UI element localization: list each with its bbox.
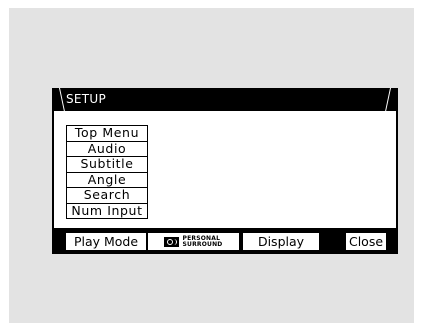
menu-item-top-menu[interactable]: Top Menu [66, 125, 148, 142]
menu-item-angle[interactable]: Angle [66, 171, 148, 188]
play-mode-button[interactable]: Play Mode [65, 232, 147, 251]
title-bar: SETUP [52, 88, 398, 112]
personal-surround-label: PERSONAL SURROUND [182, 235, 223, 248]
personal-surround-button[interactable]: PERSONAL SURROUND [148, 233, 239, 250]
display-button[interactable]: Display [243, 233, 319, 250]
setup-menu: Top Menu Audio Subtitle Angle Search Num… [66, 125, 148, 219]
menu-item-audio[interactable]: Audio [66, 140, 148, 157]
menu-item-subtitle[interactable]: Subtitle [66, 156, 148, 173]
close-button[interactable]: Close [346, 233, 386, 250]
setup-screen: SETUP Top Menu Audio Subtitle Angle Sear… [52, 88, 398, 254]
menu-item-num-input[interactable]: Num Input [66, 202, 148, 219]
screen-title: SETUP [66, 92, 107, 106]
personal-surround-icon [164, 236, 180, 247]
title-bar-right-edge [384, 88, 391, 112]
menu-item-search[interactable]: Search [66, 187, 148, 204]
title-bar-left-edge [59, 88, 66, 112]
surround-label-line2: SURROUND [182, 240, 223, 248]
